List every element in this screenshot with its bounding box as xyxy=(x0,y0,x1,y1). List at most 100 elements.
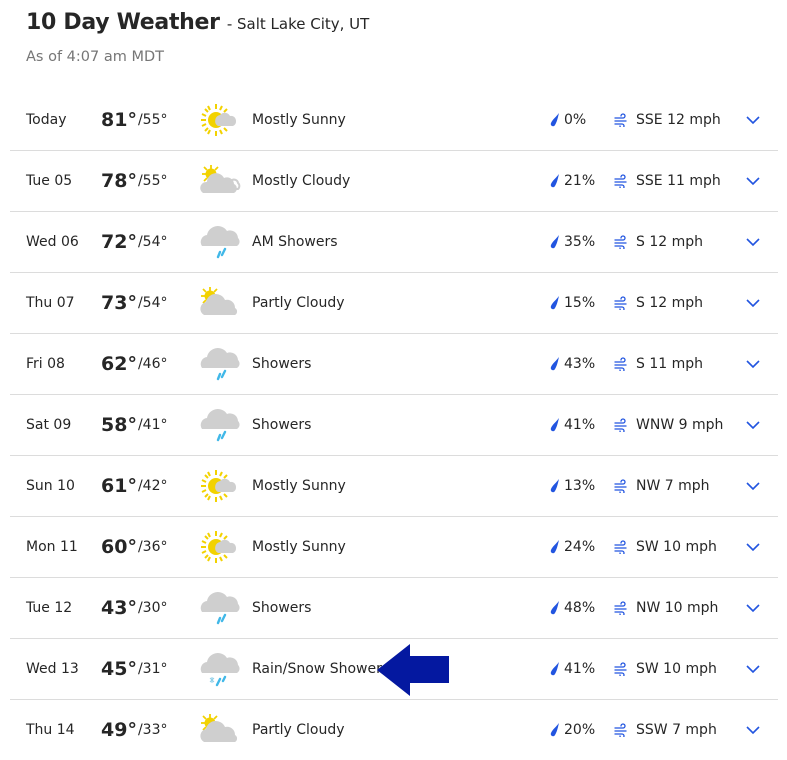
chevron-down-icon[interactable] xyxy=(746,664,760,674)
precipitation: 41% xyxy=(550,395,595,455)
expand-chevron-button[interactable] xyxy=(744,700,762,760)
expand-chevron-button[interactable] xyxy=(744,578,762,638)
chevron-down-icon[interactable] xyxy=(746,420,760,430)
raindrop-icon xyxy=(550,418,564,432)
temperature: 58° /41° xyxy=(101,395,167,455)
showers-icon xyxy=(198,334,244,394)
forecast-row[interactable]: Thu 14 49° /33° Partly Cloudy 20% SSW 7 … xyxy=(10,700,778,760)
precip-chance: 0% xyxy=(564,112,587,128)
day-label: Wed 06 xyxy=(26,234,79,250)
mostly-cloudy-icon xyxy=(198,151,244,211)
precipitation: 0% xyxy=(550,90,586,150)
expand-chevron-button[interactable] xyxy=(744,395,762,455)
wind-icon xyxy=(614,418,636,432)
temperature: 61° /42° xyxy=(101,456,167,516)
wind-icon xyxy=(614,113,636,127)
day-label: Fri 08 xyxy=(26,356,65,372)
showers-icon xyxy=(198,578,244,638)
chevron-down-icon[interactable] xyxy=(746,725,760,735)
expand-chevron-button[interactable] xyxy=(744,273,762,333)
forecast-row[interactable]: Tue 12 43° /30° Showers 48% NW 10 mph xyxy=(10,578,778,639)
chevron-down-icon[interactable] xyxy=(746,359,760,369)
expand-chevron-button[interactable] xyxy=(744,334,762,394)
wind-icon xyxy=(614,479,636,493)
condition-text: Rain/Snow Showers xyxy=(252,661,390,677)
temperature: 62° /46° xyxy=(101,334,167,394)
wind-icon xyxy=(614,540,636,554)
expand-chevron-button[interactable] xyxy=(744,212,762,272)
condition-text: Mostly Sunny xyxy=(252,112,346,128)
rain-snow-icon xyxy=(198,639,244,699)
day-label: Sat 09 xyxy=(26,417,72,433)
wind: S 11 mph xyxy=(614,334,703,394)
expand-chevron-button[interactable] xyxy=(744,517,762,577)
forecast-row[interactable]: Today 81° /55° Mostly Sunny 0% SSE 12 mp… xyxy=(10,90,778,151)
day-label: Mon 11 xyxy=(26,539,78,555)
temperature: 73° /54° xyxy=(101,273,167,333)
temperature: 72° /54° xyxy=(101,212,167,272)
chevron-down-icon[interactable] xyxy=(746,176,760,186)
forecast-row[interactable]: Sun 10 61° /42° Mostly Sunny 13% NW 7 mp… xyxy=(10,456,778,517)
precip-chance: 41% xyxy=(564,417,596,433)
condition-text: Partly Cloudy xyxy=(252,722,345,738)
raindrop-icon xyxy=(550,174,564,188)
mostly-sunny-icon xyxy=(198,90,244,150)
day-label: Today xyxy=(26,112,67,128)
wind-icon xyxy=(614,601,636,615)
precipitation: 35% xyxy=(550,212,595,272)
raindrop-icon xyxy=(550,296,564,310)
high-temp: 73° xyxy=(101,292,137,314)
partly-cloudy-icon xyxy=(198,700,244,760)
chevron-down-icon[interactable] xyxy=(746,481,760,491)
wind: SSE 12 mph xyxy=(614,90,721,150)
low-temp: /30° xyxy=(137,600,168,616)
temperature: 49° /33° xyxy=(101,700,167,760)
wind-speed: SSW 7 mph xyxy=(636,722,717,738)
chevron-down-icon[interactable] xyxy=(746,115,760,125)
condition-text: Showers xyxy=(252,356,312,372)
high-temp: 61° xyxy=(101,475,137,497)
wind-speed: SW 10 mph xyxy=(636,539,717,555)
chevron-down-icon[interactable] xyxy=(746,603,760,613)
forecast-row[interactable]: Thu 07 73° /54° Partly Cloudy 15% S 12 m… xyxy=(10,273,778,334)
forecast-row[interactable]: Wed 06 72° /54° AM Showers 35% S 12 mph xyxy=(10,212,778,273)
wind-speed: S 12 mph xyxy=(636,295,703,311)
page-header: 10 Day Weather - Salt Lake City, UT xyxy=(26,10,369,35)
condition-text: Showers xyxy=(252,417,312,433)
wind: SSW 7 mph xyxy=(614,700,717,760)
expand-chevron-button[interactable] xyxy=(744,639,762,699)
precipitation: 21% xyxy=(550,151,595,211)
low-temp: /41° xyxy=(137,417,168,433)
forecast-row[interactable]: Mon 11 60° /36° Mostly Sunny 24% SW 10 m… xyxy=(10,517,778,578)
chevron-down-icon[interactable] xyxy=(746,237,760,247)
chevron-down-icon[interactable] xyxy=(746,542,760,552)
expand-chevron-button[interactable] xyxy=(744,151,762,211)
wind-icon xyxy=(614,296,636,310)
condition-text: Mostly Cloudy xyxy=(252,173,351,189)
low-temp: /33° xyxy=(137,722,168,738)
wind-icon xyxy=(614,357,636,371)
low-temp: /36° xyxy=(137,539,168,555)
forecast-row[interactable]: Tue 05 78° /55° Mostly Cloudy 21% SSE 11… xyxy=(10,151,778,212)
wind-speed: SSE 11 mph xyxy=(636,173,721,189)
mostly-sunny-icon xyxy=(198,517,244,577)
expand-chevron-button[interactable] xyxy=(744,456,762,516)
forecast-row[interactable]: Fri 08 62° /46° Showers 43% S 11 mph xyxy=(10,334,778,395)
day-label: Tue 05 xyxy=(26,173,73,189)
precip-chance: 15% xyxy=(564,295,596,311)
day-label: Sun 10 xyxy=(26,478,75,494)
forecast-row[interactable]: Sat 09 58° /41° Showers 41% WNW 9 mph xyxy=(10,395,778,456)
day-label: Thu 14 xyxy=(26,722,75,738)
day-label: Tue 12 xyxy=(26,600,73,616)
chevron-down-icon[interactable] xyxy=(746,298,760,308)
precip-chance: 13% xyxy=(564,478,596,494)
precipitation: 13% xyxy=(550,456,595,516)
left-arrow-icon xyxy=(377,644,449,696)
raindrop-icon xyxy=(550,540,564,554)
wind: NW 7 mph xyxy=(614,456,710,516)
expand-chevron-button[interactable] xyxy=(744,90,762,150)
wind: S 12 mph xyxy=(614,273,703,333)
precipitation: 24% xyxy=(550,517,595,577)
wind-icon xyxy=(614,174,636,188)
low-temp: /55° xyxy=(137,112,168,128)
